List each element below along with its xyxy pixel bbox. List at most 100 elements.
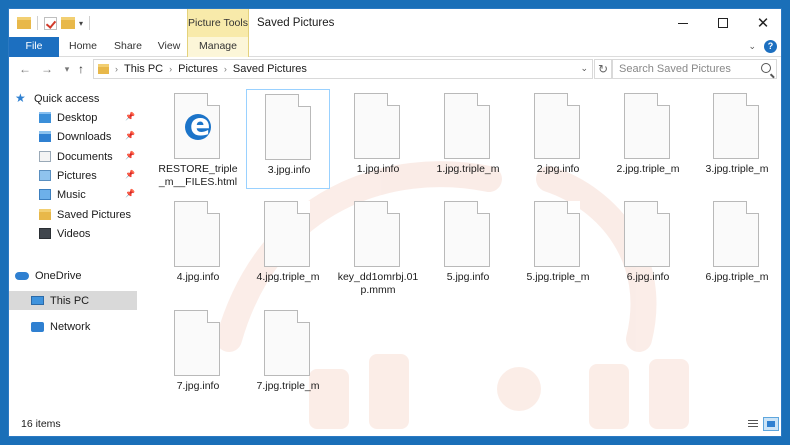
details-view-icon[interactable]	[745, 417, 761, 431]
tab-file[interactable]: File	[9, 37, 59, 57]
tab-view[interactable]: View	[151, 37, 187, 57]
this-pc-icon	[31, 296, 44, 305]
file-item[interactable]: 3.jpg.triple_m	[695, 89, 779, 189]
file-item[interactable]: 1.jpg.info	[336, 89, 420, 189]
file-item[interactable]: 2.jpg.info	[516, 89, 600, 189]
chevron-down-icon: ▾	[64, 64, 70, 74]
sidebar-item-music[interactable]: Music 📌	[39, 185, 137, 204]
close-button[interactable]: ✕	[743, 9, 781, 37]
sidebar-item-onedrive[interactable]: OneDrive	[15, 266, 143, 285]
tab-manage[interactable]: Manage	[187, 37, 249, 57]
search-icon	[761, 63, 771, 73]
folder-icon	[17, 17, 31, 29]
new-folder-icon[interactable]	[61, 17, 75, 29]
breadcrumb-chevron-icon[interactable]: ›	[169, 64, 172, 74]
sidebar-item-label: OneDrive	[35, 269, 82, 282]
file-item[interactable]: 5.jpg.info	[426, 197, 510, 297]
pin-icon[interactable]: 📌	[125, 151, 135, 160]
file-name: 2.jpg.info	[536, 163, 580, 175]
file-item[interactable]: 5.jpg.triple_m	[516, 197, 600, 297]
sidebar-item-label: Downloads	[57, 130, 112, 143]
pin-icon[interactable]: 📌	[125, 112, 135, 121]
file-item[interactable]: 1.jpg.triple_m	[426, 89, 510, 189]
file-name: 3.jpg.info	[267, 164, 311, 176]
refresh-icon: ↻	[597, 62, 609, 76]
blank-file-icon	[265, 94, 311, 160]
file-name: 6.jpg.info	[626, 271, 670, 283]
minimize-icon	[678, 22, 688, 24]
back-button[interactable]: ←	[17, 60, 33, 78]
window-title: Saved Pictures	[257, 17, 335, 29]
sidebar-item-this-pc[interactable]: This PC	[9, 291, 137, 310]
file-item[interactable]: 7.jpg.info	[156, 306, 240, 406]
breadcrumb-pictures[interactable]: Pictures	[178, 63, 218, 75]
blank-file-icon	[534, 93, 580, 159]
pin-icon[interactable]: 📌	[125, 170, 135, 179]
documents-folder-icon	[39, 151, 51, 162]
toolbar-divider	[89, 16, 91, 30]
breadcrumb-this-pc[interactable]: This PC	[124, 63, 163, 75]
sidebar-item-pictures[interactable]: Pictures 📌	[39, 166, 137, 185]
up-button[interactable]: ↑	[73, 60, 89, 78]
sidebar-item-network[interactable]: Network	[31, 317, 137, 336]
blank-file-icon	[264, 201, 310, 267]
search-placeholder: Search Saved Pictures	[619, 63, 731, 75]
file-name: key_dd1omrbj.01p.mmm	[337, 271, 419, 296]
forward-button[interactable]: →	[39, 60, 55, 78]
tab-share[interactable]: Share	[107, 37, 149, 57]
back-arrow-icon: ←	[19, 62, 31, 76]
address-bar[interactable]: › This PC › Pictures › Saved Pictures ⌄	[93, 59, 593, 79]
maximize-button[interactable]	[703, 9, 743, 37]
expand-ribbon-chevron-icon[interactable]: ⌄	[748, 41, 756, 52]
file-item[interactable]: 6.jpg.info	[606, 197, 690, 297]
large-icons-view-icon[interactable]	[763, 417, 779, 431]
network-icon	[31, 321, 44, 332]
breadcrumb-chevron-icon[interactable]: ›	[224, 64, 227, 74]
file-item[interactable]: 7.jpg.triple_m	[246, 306, 330, 406]
blank-file-icon	[174, 201, 220, 267]
minimize-button[interactable]	[663, 9, 703, 37]
maximize-icon	[718, 18, 728, 28]
file-item[interactable]: 2.jpg.triple_m	[606, 89, 690, 189]
file-list-view: RESTORE_triple_m__FILES.html 3.jpg.info …	[149, 89, 779, 409]
desktop-folder-icon	[39, 112, 51, 123]
file-item[interactable]: 4.jpg.triple_m	[246, 197, 330, 297]
help-icon[interactable]: ?	[764, 40, 777, 53]
file-item[interactable]: 4.jpg.info	[156, 197, 240, 297]
sidebar-item-videos[interactable]: Videos	[39, 224, 137, 243]
sidebar-item-desktop[interactable]: Desktop 📌	[39, 108, 137, 127]
sidebar-item-quick-access[interactable]: ★ Quick access	[15, 89, 143, 108]
sidebar-item-label: Videos	[57, 227, 91, 240]
file-name: 5.jpg.triple_m	[526, 271, 590, 283]
pin-icon[interactable]: 📌	[125, 131, 135, 140]
breadcrumb-chevron-icon[interactable]: ›	[115, 64, 118, 74]
close-icon: ✕	[756, 15, 770, 32]
tab-home[interactable]: Home	[61, 37, 105, 57]
sidebar-item-saved-pictures[interactable]: Saved Pictures	[39, 205, 137, 224]
sidebar-item-downloads[interactable]: Downloads 📌	[39, 127, 137, 146]
search-input[interactable]: Search Saved Pictures	[612, 59, 777, 79]
file-item[interactable]: key_dd1omrbj.01p.mmm	[336, 197, 420, 297]
sidebar-item-documents[interactable]: Documents 📌	[39, 147, 137, 166]
file-name: 3.jpg.triple_m	[705, 163, 769, 175]
blank-file-icon	[713, 201, 759, 267]
refresh-button[interactable]: ↻	[594, 59, 612, 79]
breadcrumb-saved-pictures[interactable]: Saved Pictures	[233, 63, 307, 75]
file-name: 6.jpg.triple_m	[705, 271, 769, 283]
customize-toolbar-chevron-icon[interactable]: ▾	[79, 19, 83, 28]
file-explorer-window: ▾ Picture Tools Saved Pictures ✕ File Ho…	[8, 8, 782, 437]
file-name: 1.jpg.info	[356, 163, 400, 175]
navigation-pane: ★ Quick access Desktop 📌 Downloads 📌 Doc…	[9, 89, 145, 409]
title-bar: ▾ Picture Tools Saved Pictures ✕	[9, 9, 781, 39]
file-item[interactable]: RESTORE_triple_m__FILES.html	[156, 89, 240, 189]
file-item[interactable]: 6.jpg.triple_m	[695, 197, 779, 297]
picture-tools-context-label: Picture Tools	[187, 9, 249, 39]
folder-icon	[39, 209, 51, 220]
blank-file-icon	[264, 310, 310, 376]
star-icon: ★	[15, 91, 26, 105]
address-history-chevron-icon[interactable]: ⌄	[580, 63, 588, 74]
pin-icon[interactable]: 📌	[125, 189, 135, 198]
properties-check-icon[interactable]	[44, 16, 57, 30]
file-item[interactable]: 3.jpg.info	[246, 89, 330, 189]
sidebar-item-label: Quick access	[34, 92, 100, 105]
